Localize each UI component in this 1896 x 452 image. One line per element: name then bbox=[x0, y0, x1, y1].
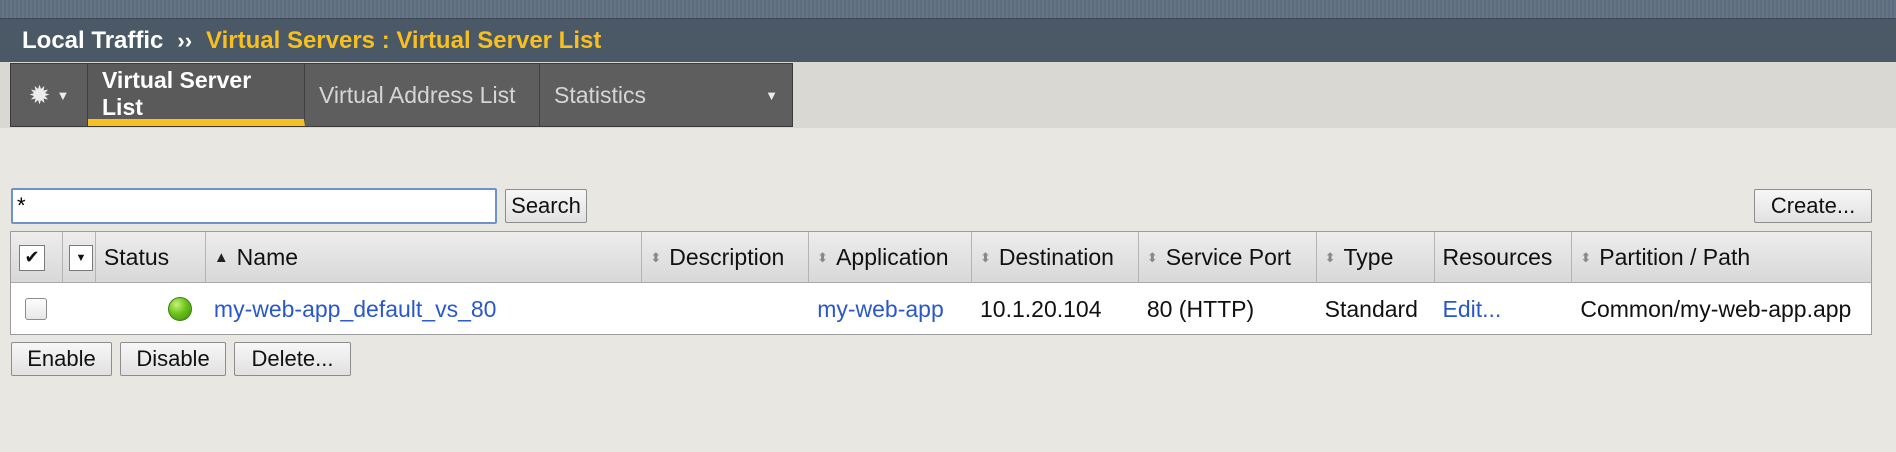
status-available-icon bbox=[167, 297, 192, 321]
search-button[interactable]: Search bbox=[505, 189, 587, 223]
row-type: Standard bbox=[1324, 295, 1418, 322]
tab-virtual-server-list[interactable]: Virtual Server List bbox=[88, 64, 305, 126]
top-banner bbox=[0, 0, 1896, 18]
sort-icon: ⬍ bbox=[1580, 250, 1592, 265]
row-type-cell: Standard bbox=[1317, 284, 1435, 334]
column-header-description[interactable]: ⬍ Description bbox=[642, 232, 810, 283]
column-header-type-label: Type bbox=[1343, 244, 1394, 270]
enable-button[interactable]: Enable bbox=[11, 342, 112, 376]
breadcrumb-separator: ›› bbox=[177, 27, 193, 53]
chevron-down-icon: ▼ bbox=[765, 87, 778, 103]
sort-icon: ⬍ bbox=[817, 250, 829, 265]
row-resources-cell: Edit... bbox=[1435, 284, 1573, 334]
row-name-cell: my-web-app_default_vs_80 bbox=[206, 284, 642, 334]
status-filter-cell: ▼ bbox=[63, 232, 96, 283]
virtual-server-table: ✔ ▼ Status ▲ Name ⬍ Description ⬍ Applic… bbox=[10, 231, 1872, 335]
tab-statistics-label: Statistics bbox=[554, 81, 647, 108]
row-destination-cell: 10.1.20.104 bbox=[972, 284, 1139, 334]
sort-icon: ⬍ bbox=[650, 250, 662, 265]
row-service-port: 80 (HTTP) bbox=[1146, 295, 1255, 322]
resources-edit-link[interactable]: Edit... bbox=[1443, 296, 1502, 323]
column-header-resources-label: Resources bbox=[1442, 244, 1553, 270]
row-application-cell: my-web-app bbox=[809, 284, 972, 334]
chevron-down-icon: ▼ bbox=[56, 87, 70, 103]
row-checkbox[interactable] bbox=[25, 298, 47, 320]
column-header-partition-path-label: Partition / Path bbox=[1599, 244, 1751, 270]
sort-icon: ⬍ bbox=[1324, 250, 1336, 265]
tab-virtual-address-list[interactable]: Virtual Address List bbox=[305, 64, 540, 126]
tab-statistics[interactable]: Statistics ▼ bbox=[540, 64, 792, 126]
row-destination: 10.1.20.104 bbox=[980, 295, 1102, 322]
delete-button[interactable]: Delete... bbox=[234, 342, 351, 376]
column-header-name-label: Name bbox=[236, 244, 299, 270]
table-header: ✔ ▼ Status ▲ Name ⬍ Description ⬍ Applic… bbox=[11, 232, 1871, 283]
sort-icon: ⬍ bbox=[979, 250, 991, 265]
row-service-port-cell: 80 (HTTP) bbox=[1139, 284, 1317, 334]
row-partition-path-cell: Common/my-web-app.app bbox=[1572, 284, 1871, 334]
column-header-service-port[interactable]: ⬍ Service Port bbox=[1139, 232, 1317, 283]
breadcrumb-current: Virtual Servers : Virtual Server List bbox=[206, 26, 602, 54]
tab-bar: ✹ ▼ Virtual Server List Virtual Address … bbox=[10, 63, 793, 127]
column-header-resources: Resources bbox=[1435, 232, 1573, 283]
column-header-service-port-label: Service Port bbox=[1165, 244, 1291, 270]
application-link[interactable]: my-web-app bbox=[817, 296, 944, 323]
select-all-cell: ✔ bbox=[11, 232, 63, 283]
column-header-status: Status bbox=[96, 232, 206, 283]
select-all-checkbox[interactable]: ✔ bbox=[19, 244, 45, 271]
search-input[interactable] bbox=[11, 188, 497, 224]
status-filter-dropdown[interactable]: ▼ bbox=[68, 244, 93, 271]
gear-icon: ✹ bbox=[28, 79, 51, 110]
breadcrumb-root[interactable]: Local Traffic bbox=[22, 27, 163, 55]
disable-button[interactable]: Disable bbox=[120, 342, 226, 376]
sort-icon: ⬍ bbox=[1146, 250, 1158, 265]
row-partition-path: Common/my-web-app.app bbox=[1580, 295, 1852, 322]
row-select-cell bbox=[11, 284, 63, 334]
settings-menu-button[interactable]: ✹ ▼ bbox=[11, 64, 88, 126]
column-header-partition-path[interactable]: ⬍ Partition / Path bbox=[1572, 232, 1871, 283]
row-status-cell bbox=[63, 284, 206, 334]
column-header-status-label: Status bbox=[103, 244, 170, 270]
column-header-name[interactable]: ▲ Name bbox=[206, 232, 643, 283]
breadcrumb: Local Traffic ›› Virtual Servers : Virtu… bbox=[0, 18, 1896, 62]
column-header-destination-label: Destination bbox=[998, 244, 1114, 270]
table-row: my-web-app_default_vs_80 my-web-app 10.1… bbox=[11, 284, 1871, 334]
column-header-application-label: Application bbox=[836, 244, 949, 270]
column-header-application[interactable]: ⬍ Application bbox=[809, 232, 972, 283]
create-button[interactable]: Create... bbox=[1754, 189, 1872, 223]
column-header-destination[interactable]: ⬍ Destination bbox=[972, 232, 1139, 283]
column-header-type[interactable]: ⬍ Type bbox=[1317, 232, 1435, 283]
column-header-description-label: Description bbox=[669, 244, 785, 270]
sort-ascending-icon: ▲ bbox=[213, 249, 229, 266]
row-description-cell bbox=[642, 284, 809, 334]
virtual-server-name-link[interactable]: my-web-app_default_vs_80 bbox=[214, 296, 497, 323]
